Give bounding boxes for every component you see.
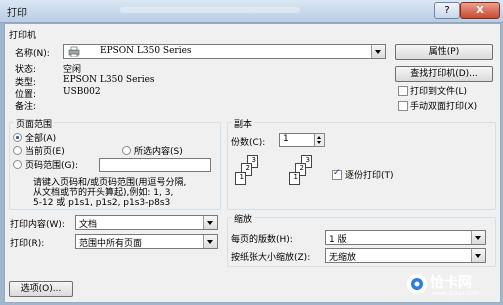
printer-name-value: EPSON L350 Series	[100, 46, 192, 56]
pages-per-sheet-select[interactable]: 1 版	[325, 230, 486, 245]
title-blur	[120, 7, 300, 13]
status-value: 空闲	[63, 65, 82, 75]
current-page-radio[interactable]	[13, 146, 22, 155]
printer-name-select[interactable]: EPSON L350 Series	[63, 44, 386, 59]
help-button[interactable]: ?	[434, 2, 460, 19]
page-numbers-input[interactable]	[99, 158, 211, 172]
zoom-group-label: 缩放	[232, 212, 255, 225]
selection-radio[interactable]	[122, 146, 131, 155]
pages-per-sheet-value: 1 版	[329, 235, 347, 245]
close-button[interactable]: X	[460, 2, 500, 19]
chevron-down-icon	[471, 231, 485, 244]
manual-duplex-label: 手动双面打印(X)	[410, 102, 478, 112]
printer-icon	[67, 46, 81, 60]
watermark-text: 恰卡网	[430, 275, 472, 291]
status-label: 状态:	[15, 65, 37, 75]
title-bar[interactable]: 打印 ? X	[0, 0, 503, 23]
copies-spinner[interactable]	[314, 133, 325, 147]
collate-page-1a: 1	[235, 172, 246, 185]
collate-page-1b: 1	[289, 172, 300, 185]
print-scope-value: 范围中所有页面	[79, 239, 143, 249]
page-range-hint-3: 5-12 或 p1s1, p1s2, p1s3-p8s3	[33, 198, 171, 208]
options-button[interactable]: 选项(O)...	[9, 281, 73, 297]
copies-group-label: 副本	[232, 117, 255, 130]
print-scope-select[interactable]: 范围中所有页面	[75, 234, 218, 249]
copies-count-label: 份数(C):	[231, 138, 266, 148]
scale-value: 无缩放	[329, 253, 357, 263]
all-pages-label: 全部(A)	[25, 134, 57, 144]
print-what-value: 文档	[79, 220, 98, 230]
print-to-file-label: 打印到文件(L)	[410, 87, 468, 97]
collate-label: 逐份打印(T)	[345, 171, 394, 181]
type-value: EPSON L350 Series	[63, 75, 155, 85]
watermark-url: www.qiaqa.com	[432, 290, 480, 297]
scale-select[interactable]: 无缩放	[325, 248, 486, 263]
printer-name-label: 名称(N):	[15, 49, 50, 59]
dialog-body: 打印机 名称(N): EPSON L350 Series 属性(P) 状态: 空…	[4, 23, 501, 303]
manual-duplex-checkbox[interactable]	[398, 101, 408, 111]
page-numbers-label: 页码范围(G):	[25, 161, 79, 171]
print-scope-label: 打印(R):	[10, 239, 45, 249]
printer-group-label: 打印机	[9, 31, 37, 41]
copies-group: 副本	[227, 117, 496, 210]
chevron-down-icon	[203, 216, 217, 229]
print-what-label: 打印内容(W):	[10, 220, 65, 230]
chevron-down-icon	[371, 45, 385, 58]
copies-count-value: 1	[283, 134, 289, 144]
page-numbers-radio[interactable]	[13, 160, 22, 169]
selection-label: 所选内容(S)	[134, 147, 183, 157]
chevron-down-icon	[203, 235, 217, 248]
window-title: 打印	[7, 8, 27, 19]
page-range-group-label: 页面范围	[14, 117, 55, 130]
print-what-select[interactable]: 文档	[75, 215, 218, 230]
all-pages-radio[interactable]	[13, 133, 22, 142]
chevron-down-icon	[471, 249, 485, 262]
properties-button[interactable]: 属性(P)	[395, 44, 493, 60]
comment-label: 备注:	[15, 102, 37, 112]
find-printer-button[interactable]: 查找打印机(D)...	[395, 66, 493, 82]
pages-per-sheet-label: 每页的版数(H):	[231, 235, 293, 245]
print-to-file-checkbox[interactable]	[398, 86, 408, 96]
current-page-label: 当前页(E)	[25, 147, 65, 157]
scale-label: 按纸张大小缩放(Z):	[231, 253, 311, 263]
copies-count-input[interactable]: 1	[279, 133, 315, 147]
where-value: USB002	[63, 87, 101, 97]
watermark-logo: 恰卡网 www.qiaqa.com	[405, 270, 497, 300]
collate-checkbox[interactable]	[332, 168, 342, 180]
print-dialog: 打印 ? X 打印机 名称(N): EPSON L350 Series 属性(P…	[0, 0, 503, 305]
